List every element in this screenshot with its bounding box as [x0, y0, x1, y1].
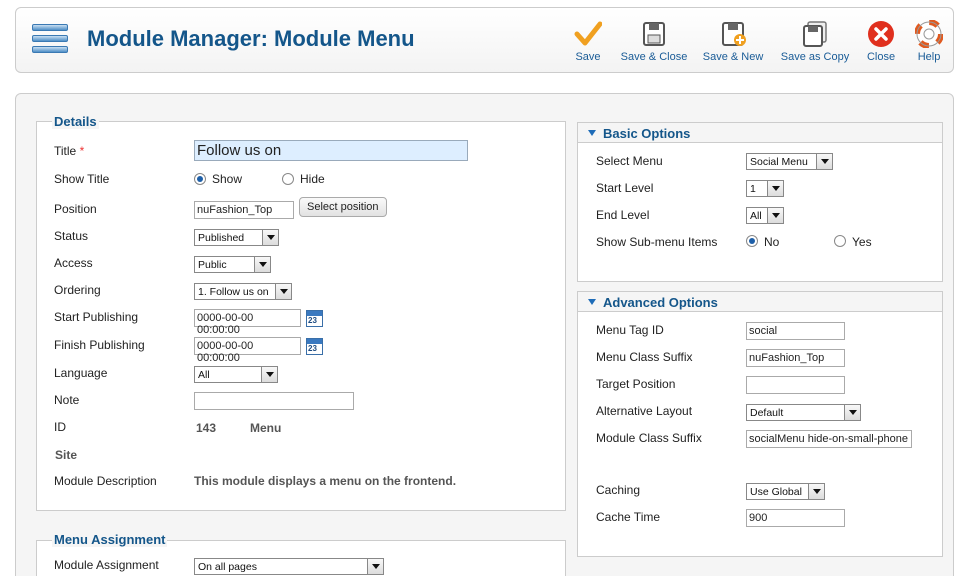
chevron-down-icon — [261, 367, 277, 382]
module-description-label: Module Description — [54, 474, 157, 488]
cache-time-label: Cache Time — [596, 510, 661, 524]
chevron-down-icon — [767, 208, 783, 223]
select-menu-label: Select Menu — [596, 154, 663, 168]
chevron-down-icon — [816, 154, 832, 169]
show-submenu-yes-radio[interactable] — [834, 235, 846, 247]
start-publishing-input[interactable]: 0000-00-00 00:00:00 — [194, 309, 301, 336]
position-input[interactable]: nuFashion_Top — [194, 201, 294, 219]
module-class-suffix-input[interactable]: socialMenu hide-on-small-phone — [746, 430, 912, 448]
checkmark-icon — [574, 20, 603, 48]
save-copy-button[interactable]: Save as Copy — [780, 20, 850, 63]
close-icon — [867, 20, 895, 48]
start-level-label: Start Level — [596, 181, 654, 195]
module-assignment-select[interactable]: On all pages — [194, 558, 384, 575]
no-radio-label: No — [764, 235, 780, 249]
finish-publishing-label: Finish Publishing — [54, 338, 145, 352]
required-mark: * — [79, 144, 85, 158]
note-label: Note — [54, 393, 80, 407]
access-label: Access — [54, 256, 93, 270]
calendar-icon[interactable]: 23 — [306, 338, 323, 355]
module-class-suffix-label: Module Class Suffix — [596, 431, 702, 445]
menu-tag-id-input[interactable]: social — [746, 322, 845, 340]
triangle-down-icon — [588, 299, 596, 305]
basic-options-toggle[interactable]: Basic Options — [578, 123, 942, 143]
select-position-button[interactable]: Select position — [299, 197, 387, 217]
status-label: Status — [54, 229, 89, 243]
target-position-input[interactable] — [746, 376, 845, 394]
triangle-down-icon — [588, 130, 596, 136]
cache-time-input[interactable]: 900 — [746, 509, 845, 527]
toolbar-header: Module Manager: Module Menu Save Save & … — [15, 7, 954, 73]
show-title-show-radio[interactable] — [194, 173, 206, 185]
menu-assignment-legend: Menu Assignment — [52, 532, 168, 547]
select-menu-select[interactable]: Social Menu — [746, 153, 833, 170]
chevron-down-icon — [262, 230, 278, 245]
yes-radio-label: Yes — [852, 235, 872, 249]
show-submenu-label: Show Sub-menu Items — [596, 235, 718, 249]
caching-select[interactable]: Use Global — [746, 483, 825, 500]
module-description-value: This module displays a menu on the front… — [194, 474, 457, 488]
floppy-disk-icon — [640, 20, 668, 48]
finish-publishing-input[interactable]: 0000-00-00 00:00:00 — [194, 337, 301, 364]
page-title: Module Manager: Module Menu — [87, 26, 415, 51]
help-button[interactable]: Help — [914, 19, 944, 63]
note-input[interactable] — [194, 392, 354, 410]
chevron-down-icon — [254, 257, 270, 272]
lifebuoy-icon — [914, 19, 944, 49]
ordering-select[interactable]: 1. Follow us on — [194, 283, 292, 300]
end-level-select[interactable]: All — [746, 207, 784, 224]
alternative-layout-label: Alternative Layout — [596, 404, 693, 418]
start-publishing-label: Start Publishing — [54, 310, 139, 324]
floppy-disk-copy-icon — [801, 20, 829, 48]
ordering-label: Ordering — [54, 283, 101, 297]
chevron-down-icon — [275, 284, 291, 299]
site-label: Site — [55, 448, 78, 462]
status-select[interactable]: Published — [194, 229, 279, 246]
module-assignment-label: Module Assignment — [54, 558, 159, 572]
position-label: Position — [54, 202, 97, 216]
show-title-hide-radio[interactable] — [282, 173, 294, 185]
title-input[interactable]: Follow us on — [194, 140, 468, 161]
save-close-button[interactable]: Save & Close — [620, 20, 688, 63]
show-submenu-no-radio[interactable] — [746, 235, 758, 247]
hide-radio-label: Hide — [300, 172, 325, 186]
details-legend: Details — [52, 114, 99, 129]
chevron-down-icon — [767, 181, 783, 196]
start-level-select[interactable]: 1 — [746, 180, 784, 197]
module-menu-icon — [30, 20, 70, 60]
chevron-down-icon — [367, 559, 383, 574]
chevron-down-icon — [844, 405, 860, 420]
advanced-options-toggle[interactable]: Advanced Options — [578, 292, 942, 312]
save-button[interactable]: Save — [573, 20, 603, 63]
end-level-label: End Level — [596, 208, 650, 222]
close-button[interactable]: Close — [865, 20, 897, 63]
calendar-icon[interactable]: 23 — [306, 310, 323, 327]
language-select[interactable]: All — [194, 366, 278, 383]
basic-options-panel: Basic Options — [577, 122, 943, 282]
caching-label: Caching — [596, 483, 641, 497]
menu-class-suffix-label: Menu Class Suffix — [596, 350, 693, 364]
show-radio-label: Show — [212, 172, 243, 186]
chevron-down-icon — [808, 484, 824, 499]
language-label: Language — [54, 366, 108, 380]
menu-tag-id-label: Menu Tag ID — [596, 323, 664, 337]
show-title-label: Show Title — [54, 172, 110, 186]
title-label: Title * — [54, 144, 85, 158]
floppy-disk-plus-icon — [719, 20, 747, 48]
alternative-layout-select[interactable]: Default — [746, 404, 861, 421]
save-new-button[interactable]: Save & New — [702, 20, 764, 63]
module-type: Menu — [250, 421, 282, 435]
target-position-label: Target Position — [596, 377, 676, 391]
id-label: ID — [54, 420, 66, 434]
menu-class-suffix-input[interactable]: nuFashion_Top — [746, 349, 845, 367]
access-select[interactable]: Public — [194, 256, 271, 273]
id-value: 143 — [196, 421, 217, 435]
